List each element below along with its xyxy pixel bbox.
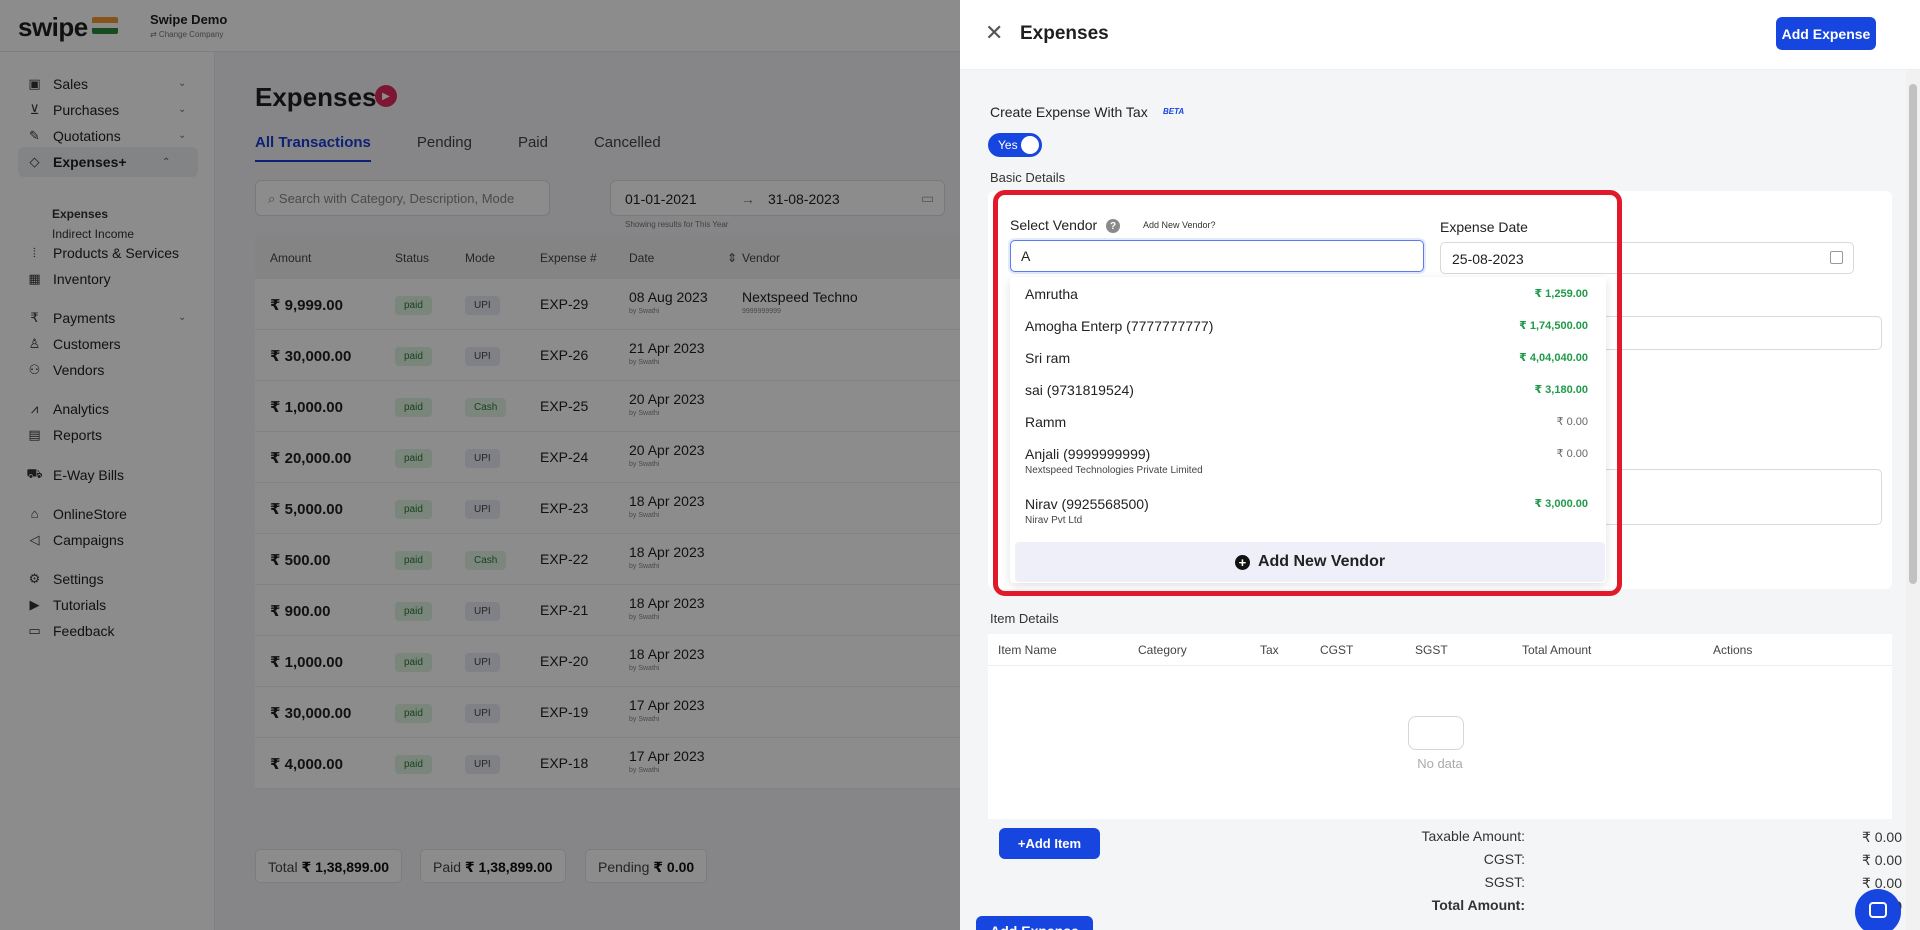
col-actions: Actions — [1713, 643, 1753, 657]
item-details-heading: Item Details — [990, 611, 1059, 626]
drawer-title: Expenses — [1020, 23, 1109, 44]
drawer-header: ✕ Expenses Add Expense — [960, 0, 1920, 70]
sgst-label: SGST: — [1484, 874, 1525, 890]
chat-icon[interactable] — [1855, 889, 1901, 930]
add-expense-bottom-button[interactable]: Add Expense — [976, 916, 1093, 930]
cgst-value: ₹ 0.00 — [1861, 852, 1902, 868]
sgst-value: ₹ 0.00 — [1861, 875, 1902, 891]
no-data-text: No data — [1417, 756, 1463, 771]
taxable-amount-value: ₹ 0.00 — [1861, 829, 1902, 845]
items-table-body: No data — [988, 666, 1892, 819]
scrollbar-thumb[interactable] — [1909, 84, 1917, 584]
total-amount-label: Total Amount: — [1431, 897, 1525, 913]
basic-details-heading: Basic Details — [990, 170, 1066, 185]
col-sgst: SGST — [1415, 643, 1448, 657]
items-table-header: Item Name Category Tax CGST SGST Total A… — [988, 634, 1892, 666]
col-total-amount: Total Amount — [1522, 643, 1592, 657]
taxable-amount-label: Taxable Amount: — [1421, 828, 1525, 844]
expense-drawer: ✕ Expenses Add Expense Create Expense Wi… — [960, 0, 1920, 930]
add-expense-button[interactable]: Add Expense — [1776, 17, 1876, 50]
col-category: Category — [1138, 643, 1187, 657]
calendar-icon — [1830, 251, 1843, 264]
tax-toggle[interactable]: Yes — [988, 133, 1042, 157]
empty-inbox-icon — [1408, 716, 1464, 750]
create-with-tax-label: Create Expense With Tax — [990, 104, 1148, 120]
beta-badge: BETA — [1163, 107, 1185, 116]
col-tax: Tax — [1260, 643, 1279, 657]
add-item-button[interactable]: +Add Item — [999, 828, 1100, 859]
scrollbar[interactable] — [1906, 70, 1920, 930]
cgst-label: CGST: — [1483, 851, 1525, 867]
col-item-name: Item Name — [998, 643, 1057, 657]
close-icon[interactable]: ✕ — [985, 20, 1003, 46]
col-cgst: CGST — [1320, 643, 1354, 657]
highlight-frame — [993, 190, 1622, 596]
